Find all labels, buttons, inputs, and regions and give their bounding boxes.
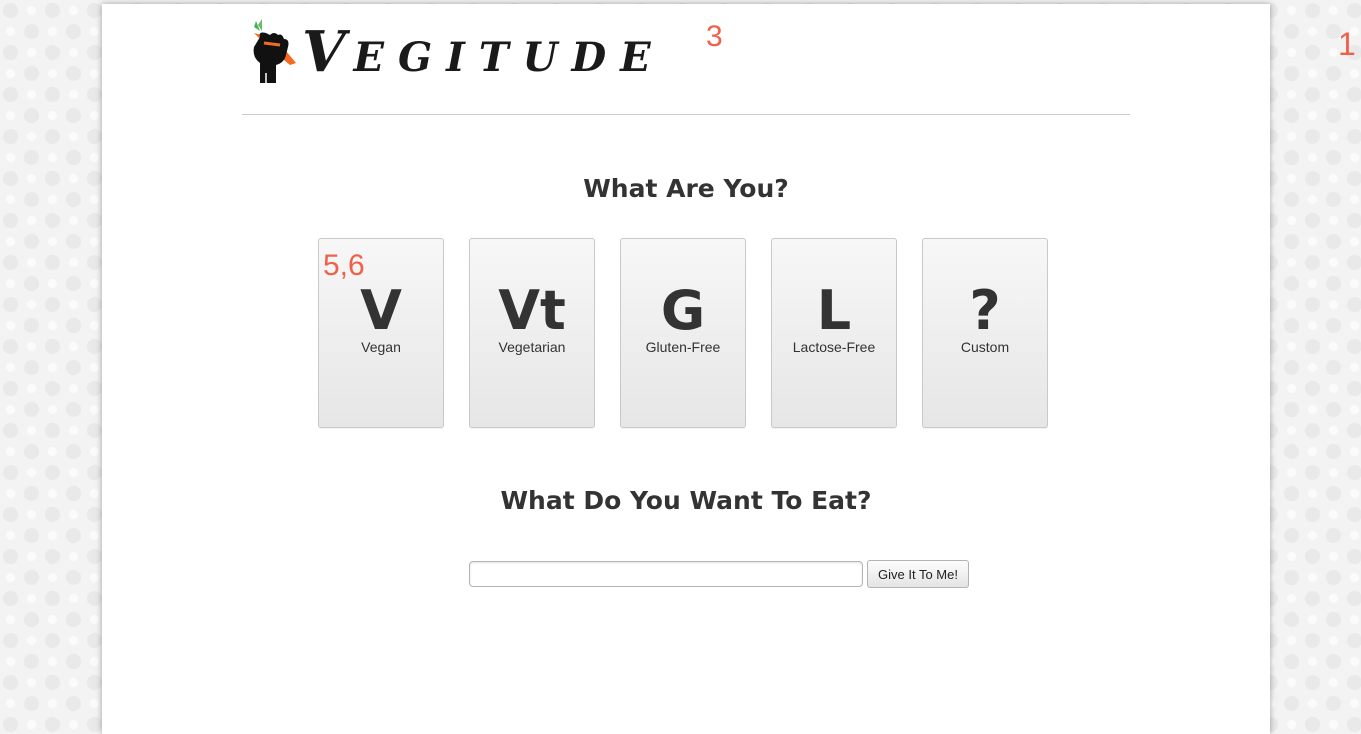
diet-card-label: Vegan xyxy=(361,339,401,355)
diet-card-symbol: Vt xyxy=(498,279,566,342)
give-it-to-me-button[interactable]: Give It To Me! xyxy=(867,560,969,588)
header: V egitude 3 1 xyxy=(242,4,1356,115)
fist-carrot-icon xyxy=(253,19,296,83)
diet-card-symbol: ? xyxy=(969,279,1001,342)
diet-card-lactose-free[interactable]: L Lactose-Free xyxy=(771,238,897,428)
diet-card-label: Custom xyxy=(960,339,1010,355)
diet-card-custom[interactable]: ? Custom xyxy=(922,238,1048,428)
logo[interactable]: V egitude xyxy=(246,12,665,92)
diet-card-gluten-free[interactable]: G Gluten-Free xyxy=(620,238,746,428)
annotation-superscript: 3 xyxy=(706,20,723,53)
logo-initial: V xyxy=(302,19,348,85)
diet-card-label: Lactose-Free xyxy=(792,339,876,355)
diet-section-title: What Are You? xyxy=(583,174,789,203)
diet-card-label: Vegetarian xyxy=(498,339,566,355)
diet-card-symbol: L xyxy=(816,279,852,342)
diet-card-label: Gluten-Free xyxy=(645,339,721,355)
food-search-input[interactable] xyxy=(469,561,863,587)
diet-card-vegetarian[interactable]: Vt Vegetarian xyxy=(469,238,595,428)
search-row: Give It To Me! xyxy=(469,560,969,588)
diet-card-symbol: G xyxy=(660,279,706,342)
search-section-title: What Do You Want To Eat? xyxy=(500,486,872,515)
annotation-right: 1 xyxy=(1338,26,1356,62)
annotation-card: 5,6 xyxy=(323,249,365,282)
diet-card-symbol: V xyxy=(360,279,402,342)
logo-rest: egitude xyxy=(353,34,665,81)
diet-card-vegan[interactable]: 5,6 V Vegan xyxy=(318,238,444,428)
logo-text: V egitude xyxy=(302,19,665,85)
page-container: V egitude 3 1 What Are You? 5,6 V Vegan … xyxy=(102,4,1356,734)
diet-cards: 5,6 V Vegan Vt Vegetarian G Gluten-Free … xyxy=(318,238,1048,428)
